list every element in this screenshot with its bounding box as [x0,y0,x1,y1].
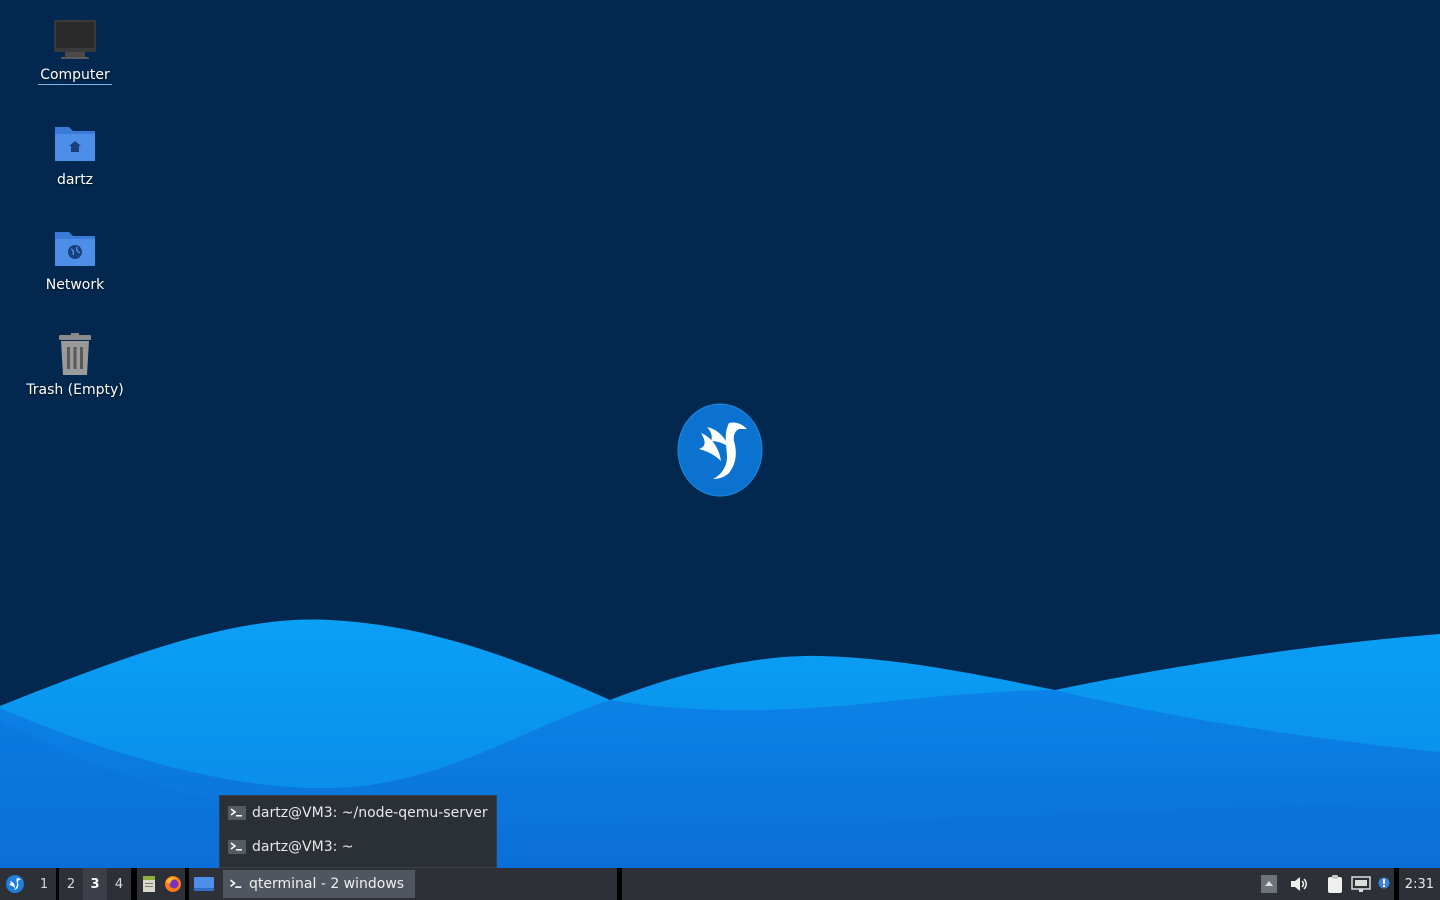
desktop-icon-label: Computer [38,67,112,85]
start-menu-button[interactable] [0,868,30,900]
desktop-icon-computer[interactable]: Computer [20,16,130,85]
terminal-icon [228,806,246,820]
network-icon [1351,876,1371,892]
file-manager-icon [143,876,155,892]
desktop-icon-home[interactable]: dartz [20,121,130,189]
workspace-1[interactable]: 1 [32,868,56,900]
lubuntu-logo-icon [677,403,763,497]
computer-icon [54,20,96,59]
clipboard-icon [1327,875,1342,893]
divider [617,868,622,900]
terminal-icon [228,840,246,854]
task-button-qterminal[interactable]: qterminal - 2 windows [223,870,415,898]
taskbar: 1 2 3 4 qterminal - 2 windows 2:31 [0,868,1440,900]
task-area [415,868,617,900]
desktop-icon-label: Trash (Empty) [26,382,124,398]
workspace-2[interactable]: 2 [59,868,83,900]
tray-expand-icon [1260,875,1277,893]
workspace-3[interactable]: 3 [83,868,107,900]
desktop-icon-network[interactable]: Network [20,226,130,294]
workspace-4[interactable]: 4 [107,868,131,900]
home-folder-icon [55,127,95,161]
quicklaunch-file-manager[interactable] [137,868,161,900]
volume-button[interactable] [1286,868,1312,900]
notification-button[interactable] [1374,868,1394,900]
terminal-icon [230,879,242,888]
window-list-item[interactable]: dartz@VM3: ~/node-qemu-server [220,796,496,830]
window-list-item[interactable]: dartz@VM3: ~ [220,830,496,864]
network-folder-icon [55,232,95,266]
window-list-item-label: dartz@VM3: ~/node-qemu-server [252,805,488,821]
desktop-icon-label: Network [45,277,105,293]
notification-icon [1378,877,1390,889]
desktop-icon-trash[interactable]: Trash (Empty) [20,331,130,399]
volume-icon [1290,877,1307,891]
tray-expand-button[interactable] [1256,868,1282,900]
desktop-icon-label: dartz [56,172,94,188]
quicklaunch-firefox[interactable] [161,868,185,900]
quicklaunch-show-desktop[interactable] [189,868,219,900]
trash-icon [59,333,91,375]
firefox-icon [165,876,181,892]
clock[interactable]: 2:31 [1399,877,1440,892]
network-button[interactable] [1348,868,1374,900]
show-desktop-icon [194,877,214,891]
window-list-item-label: dartz@VM3: ~ [252,839,354,855]
lubuntu-menu-icon [6,875,24,893]
system-tray: 2:31 [1256,868,1440,900]
clipboard-button[interactable] [1322,868,1348,900]
task-button-label: qterminal - 2 windows [249,876,405,892]
window-list-popup: dartz@VM3: ~/node-qemu-server dartz@VM3:… [219,795,497,868]
desktop[interactable]: Computer dartz Network Trash (Empty) [0,0,1440,868]
